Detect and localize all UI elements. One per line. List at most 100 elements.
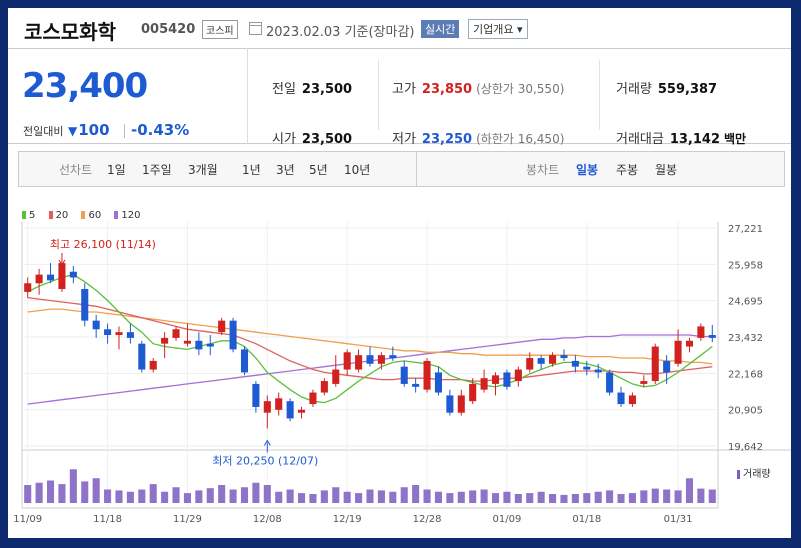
candle-body [263, 401, 271, 413]
volume-bar [24, 485, 32, 503]
volume-bar [434, 491, 442, 503]
stock-widget: 코스모화학 005420 코스피 2023.02.03 기준(장마감) 실시간 … [8, 8, 791, 538]
candle-body [412, 383, 420, 387]
volume-bar [503, 491, 511, 503]
y-tick-label: 25,958 [728, 260, 763, 271]
volume-bar [206, 488, 214, 503]
volume-bar [526, 493, 534, 503]
candle-body [560, 355, 568, 359]
candle-body [674, 340, 682, 364]
candle-body [229, 320, 237, 350]
candle-body [685, 340, 694, 347]
volume-bar [115, 490, 123, 503]
candle-body [35, 274, 43, 284]
volume-bar [92, 478, 100, 503]
y-tick-label: 20,905 [728, 406, 763, 417]
candle-body [195, 340, 203, 350]
volume-bar [46, 480, 55, 503]
volume-bar [275, 491, 283, 503]
volume-bar [195, 490, 203, 503]
candle-body [617, 392, 625, 405]
volume-bar [355, 493, 363, 503]
candle-body [651, 346, 659, 382]
volume-bar [606, 490, 614, 503]
volume-bar [583, 493, 591, 503]
volume-bar [640, 490, 648, 503]
volume-bar [446, 493, 454, 503]
candle-body [69, 271, 77, 278]
volume-bar [263, 485, 271, 503]
candle-body [320, 381, 328, 393]
volume-bar [400, 487, 408, 503]
candle-body [480, 378, 488, 390]
volume-bar [332, 487, 340, 503]
candle-body [606, 372, 614, 393]
candle-body [275, 398, 283, 410]
candle-body [366, 355, 374, 364]
volume-bar [617, 494, 625, 503]
high-annotation: 최고 26,100 (11/14) [50, 238, 156, 251]
price-chart[interactable]: 27,221 25,958 24,695 23,432 22,168 20,905 19,6… [8, 8, 791, 538]
candle-body [206, 343, 214, 347]
volume-bar [252, 482, 260, 503]
candle-body [104, 329, 112, 336]
volume-bar [628, 493, 636, 503]
low-annotation: 최저 20,250 (12/07) [212, 455, 318, 468]
volume-bar [161, 491, 169, 503]
candle-body [708, 335, 716, 338]
candle-body [400, 366, 408, 384]
volume-legend-label: 거래량 [737, 465, 771, 480]
x-tick-label: 01/31 [664, 514, 693, 525]
x-tick-label: 01/09 [493, 514, 522, 525]
volume-bar [469, 490, 477, 503]
volume-bar [69, 469, 77, 503]
volume-bar [218, 485, 226, 503]
volume-bar [549, 494, 557, 503]
y-tick-label: 24,695 [728, 297, 763, 308]
y-tick-label: 27,221 [728, 224, 763, 235]
volume-bar [651, 488, 659, 503]
candle-body [457, 395, 465, 413]
candle-body [115, 332, 123, 336]
x-tick-label: 11/09 [13, 514, 42, 525]
volume-bar [298, 493, 306, 503]
candle-body [423, 360, 431, 390]
volume-bar [423, 489, 431, 503]
candle-body [640, 381, 648, 384]
candle-body [469, 383, 477, 402]
volume-bar [229, 489, 237, 503]
candle-body [172, 329, 180, 338]
candle-body [549, 355, 557, 364]
x-tick-label: 11/18 [93, 514, 122, 525]
y-tick-label: 19,642 [728, 442, 763, 453]
candle-body [126, 332, 134, 338]
volume-bar [560, 494, 568, 503]
candle-body [663, 360, 671, 373]
volume-bar [389, 491, 397, 503]
candle-body [81, 289, 89, 321]
candle-body [46, 274, 55, 281]
candle-body [446, 395, 454, 413]
volume-bar [663, 489, 671, 503]
volume-bar [138, 489, 146, 503]
candle-body [161, 337, 169, 344]
volume-bar [240, 487, 249, 503]
volume-bar [81, 481, 89, 503]
candle-body [583, 366, 591, 370]
volume-bar [412, 485, 420, 503]
candle-body [503, 372, 511, 387]
candle-body [332, 369, 340, 384]
candle-body [571, 360, 579, 367]
y-tick-label: 23,432 [728, 333, 763, 344]
candle-body [377, 355, 385, 364]
volume-bar [514, 494, 522, 503]
x-tick-label: 01/18 [572, 514, 601, 525]
candle-body [58, 263, 66, 290]
candle-body [149, 360, 157, 370]
volume-bar [537, 491, 545, 503]
volume-bar [172, 487, 180, 503]
candle-body [298, 409, 306, 413]
volume-bar [58, 484, 66, 503]
volume-bar [594, 491, 602, 503]
candle-body [252, 383, 260, 407]
